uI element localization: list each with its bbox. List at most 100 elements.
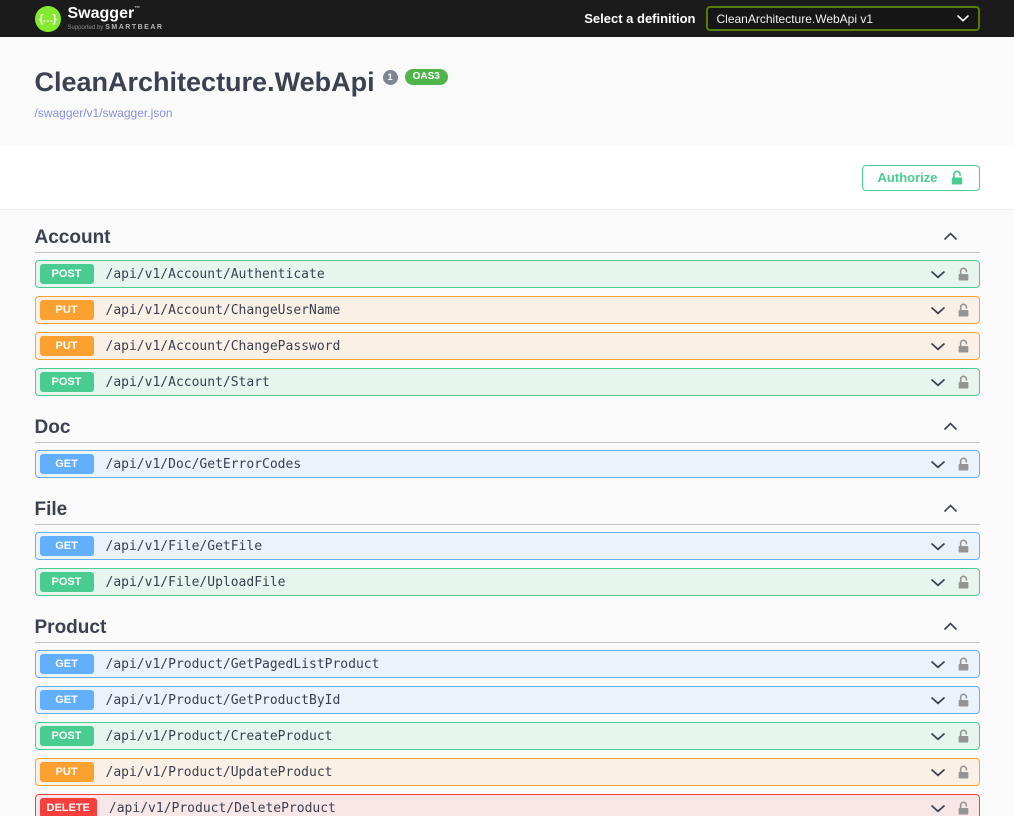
collapse-section-button[interactable] bbox=[943, 619, 980, 638]
operation-row[interactable]: GET /api/v1/Doc/GetErrorCodes bbox=[34, 450, 980, 478]
operation-row[interactable]: PUT /api/v1/Account/ChangeUserName bbox=[34, 296, 980, 324]
collapse-section-button[interactable] bbox=[943, 419, 980, 438]
unlock-icon bbox=[958, 693, 968, 707]
api-tag-section: Product GET /api/v1/Product/GetPagedList… bbox=[34, 604, 980, 816]
operation-row[interactable]: GET /api/v1/File/GetFile bbox=[34, 532, 980, 560]
operation-path: /api/v1/Doc/GetErrorCodes bbox=[105, 456, 302, 472]
chevron-down-icon bbox=[930, 804, 945, 812]
swagger-logo-text: Swagger™ bbox=[67, 5, 141, 22]
operation-path: /api/v1/File/GetFile bbox=[105, 538, 263, 554]
info-section: CleanArchitecture.WebApi 1 OAS3 /swagger… bbox=[0, 37, 1014, 146]
operation-path: /api/v1/Account/Start bbox=[105, 374, 270, 390]
operations-area: Account POST /api/v1/Account/Authenticat… bbox=[0, 210, 1014, 816]
auth-wrapper: Authorize bbox=[0, 146, 1014, 210]
unlock-icon bbox=[958, 375, 968, 389]
method-badge: POST bbox=[39, 572, 94, 592]
unlock-icon bbox=[958, 575, 968, 589]
chevron-down-icon bbox=[930, 660, 945, 668]
unlock-icon bbox=[958, 765, 968, 779]
chevron-down-icon bbox=[930, 460, 945, 468]
operation-path: /api/v1/Account/ChangePassword bbox=[105, 338, 341, 354]
auth-lock-button[interactable] bbox=[957, 302, 970, 318]
chevron-down-icon bbox=[930, 270, 945, 278]
tag-title: File bbox=[34, 499, 68, 520]
auth-lock-button[interactable] bbox=[957, 764, 970, 780]
operation-row[interactable]: GET /api/v1/Product/GetProductById bbox=[34, 686, 980, 714]
unlock-icon bbox=[951, 170, 962, 185]
operation-row[interactable]: POST /api/v1/File/UploadFile bbox=[34, 568, 980, 596]
operation-row[interactable]: POST /api/v1/Product/CreateProduct bbox=[34, 722, 980, 750]
operation-path: /api/v1/Product/GetPagedListProduct bbox=[105, 656, 380, 672]
operation-path: /api/v1/Product/GetProductById bbox=[105, 692, 341, 708]
topbar: {…} Swagger™ Supported by SMARTBEAR Selec… bbox=[0, 0, 1014, 37]
oas3-badge: OAS3 bbox=[404, 69, 448, 85]
operation-row[interactable]: PUT /api/v1/Product/UpdateProduct bbox=[34, 758, 980, 786]
smartbear-tagline: Supported by SMARTBEAR bbox=[67, 24, 164, 31]
tag-header[interactable]: Product bbox=[34, 604, 980, 643]
auth-lock-button[interactable] bbox=[957, 728, 970, 744]
auth-lock-button[interactable] bbox=[957, 456, 970, 472]
chevron-up-icon bbox=[943, 232, 957, 241]
auth-lock-button[interactable] bbox=[957, 338, 970, 354]
collapse-section-button[interactable] bbox=[943, 229, 980, 248]
auth-lock-button[interactable] bbox=[957, 574, 970, 590]
spec-url-link[interactable]: /swagger/v1/swagger.json bbox=[35, 106, 173, 120]
tag-title: Doc bbox=[34, 417, 71, 438]
method-badge: DELETE bbox=[39, 798, 97, 816]
swagger-logo-link[interactable]: {…} Swagger™ Supported by SMARTBEAR bbox=[34, 5, 164, 32]
swagger-logo-icon: {…} bbox=[34, 5, 61, 32]
trademark-symbol: ™ bbox=[134, 6, 141, 12]
method-badge: GET bbox=[39, 654, 94, 674]
auth-lock-button[interactable] bbox=[957, 656, 970, 672]
operations-list: Account POST /api/v1/Account/Authenticat… bbox=[34, 214, 980, 816]
tag-title: Product bbox=[34, 617, 107, 638]
unlock-icon bbox=[958, 303, 968, 317]
chevron-down-icon bbox=[930, 378, 945, 386]
operation-row[interactable]: POST /api/v1/Account/Start bbox=[34, 368, 980, 396]
chevron-up-icon bbox=[943, 504, 957, 513]
method-badge: GET bbox=[39, 454, 94, 474]
definition-select-value: CleanArchitecture.WebApi v1 bbox=[716, 11, 874, 26]
auth-lock-button[interactable] bbox=[957, 538, 970, 554]
method-badge: PUT bbox=[39, 762, 94, 782]
tag-header[interactable]: Account bbox=[34, 214, 980, 253]
auth-lock-button[interactable] bbox=[957, 374, 970, 390]
operation-path: /api/v1/Account/Authenticate bbox=[105, 266, 325, 282]
method-badge: POST bbox=[39, 372, 94, 392]
unlock-icon bbox=[958, 267, 968, 281]
chevron-down-icon bbox=[956, 15, 969, 22]
auth-lock-button[interactable] bbox=[957, 800, 970, 816]
operation-path: /api/v1/Product/UpdateProduct bbox=[105, 764, 333, 780]
operation-row[interactable]: GET /api/v1/Product/GetPagedListProduct bbox=[34, 650, 980, 678]
auth-lock-button[interactable] bbox=[957, 266, 970, 282]
operation-path: /api/v1/File/UploadFile bbox=[105, 574, 286, 590]
operation-row[interactable]: PUT /api/v1/Account/ChangePassword bbox=[34, 332, 980, 360]
api-tag-section: Doc GET /api/v1/Doc/GetErrorCodes bbox=[34, 404, 980, 478]
select-definition-label: Select a definition bbox=[584, 11, 696, 26]
api-tag-section: File GET /api/v1/File/GetFile POST /api/… bbox=[34, 486, 980, 596]
auth-lock-button[interactable] bbox=[957, 692, 970, 708]
chevron-down-icon bbox=[930, 306, 945, 314]
collapse-section-button[interactable] bbox=[943, 501, 980, 520]
chevron-down-icon bbox=[930, 342, 945, 350]
unlock-icon bbox=[958, 729, 968, 743]
method-badge: PUT bbox=[39, 300, 94, 320]
tag-header[interactable]: Doc bbox=[34, 404, 980, 443]
authorize-button-label: Authorize bbox=[877, 170, 938, 185]
operation-path: /api/v1/Account/ChangeUserName bbox=[105, 302, 341, 318]
unlock-icon bbox=[958, 801, 968, 815]
operation-row[interactable]: POST /api/v1/Account/Authenticate bbox=[34, 260, 980, 288]
chevron-up-icon bbox=[943, 622, 957, 631]
unlock-icon bbox=[958, 457, 968, 471]
unlock-icon bbox=[958, 339, 968, 353]
page-title: CleanArchitecture.WebApi bbox=[34, 67, 375, 97]
method-badge: POST bbox=[39, 726, 94, 746]
method-badge: PUT bbox=[39, 336, 94, 356]
operation-row[interactable]: DELETE /api/v1/Product/DeleteProduct bbox=[34, 794, 980, 816]
authorize-button[interactable]: Authorize bbox=[861, 164, 980, 191]
tag-header[interactable]: File bbox=[34, 486, 980, 525]
chevron-down-icon bbox=[930, 732, 945, 740]
operation-path: /api/v1/Product/CreateProduct bbox=[105, 728, 333, 744]
unlock-icon bbox=[958, 539, 968, 553]
definition-select[interactable]: CleanArchitecture.WebApi v1 bbox=[705, 6, 980, 31]
